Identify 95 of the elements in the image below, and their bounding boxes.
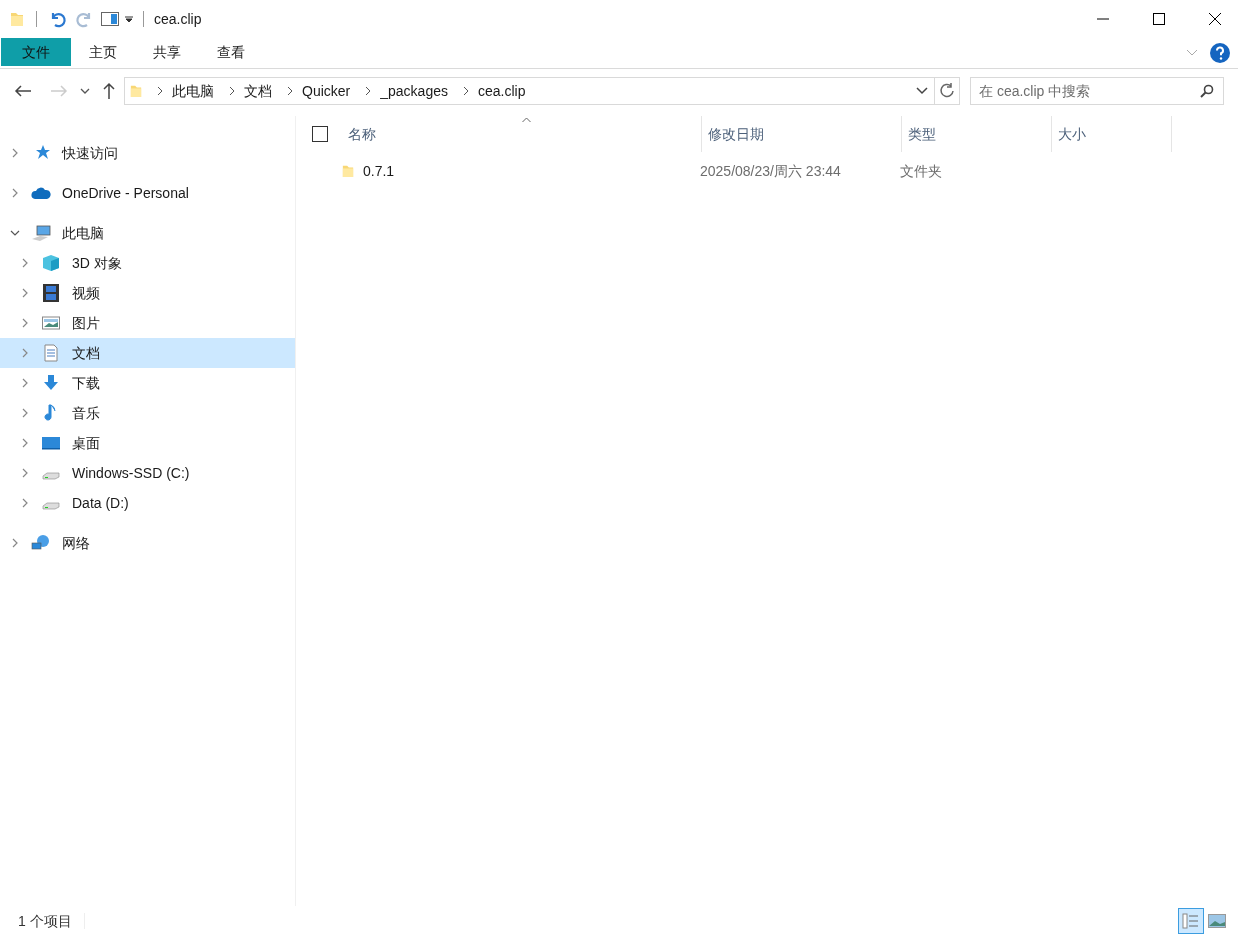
document-icon [42,344,60,362]
column-header[interactable]: 类型 [902,116,1052,152]
window-title: cea.clip [154,9,202,29]
chevron-right-icon[interactable] [461,86,470,96]
breadcrumb-item[interactable]: cea.clip [477,80,526,102]
ribbon-tab[interactable]: 查看 [199,38,263,66]
refresh-icon[interactable] [939,83,955,99]
chevron-right-icon[interactable] [20,258,30,268]
breadcrumb-item[interactable]: _packages [380,80,448,102]
folder-icon [342,163,354,179]
network-globe-icon [31,534,51,552]
navigation-label: Windows-SSD (C:) [72,463,190,483]
ribbon-tab[interactable]: 共享 [135,38,199,66]
navigation-label: 桌面 [72,433,100,453]
file-menu-tab[interactable]: 文件 [1,38,71,66]
chevron-right-icon[interactable] [20,498,30,508]
desktop-icon [42,434,60,452]
folder-icon [130,83,142,99]
navigation-label: 下载 [72,373,100,393]
panes-icon[interactable] [101,12,119,26]
navigation-label: 3D 对象 [72,253,122,273]
drive-icon [42,502,60,510]
details-list-icon [1182,913,1200,929]
navigation-item[interactable]: 桌面 [0,428,295,458]
navigation-item[interactable]: OneDrive - Personal [0,178,295,208]
chevron-down-icon[interactable] [916,87,928,95]
navigation-item[interactable]: Data (D:) [0,488,295,518]
file-type: 文件夹 [899,161,943,181]
landscape-picture-icon [1208,914,1226,928]
ribbon-tab[interactable]: 主页 [71,38,135,66]
up-arrow-icon[interactable] [102,82,116,100]
breadcrumb-item[interactable]: 此电脑 [172,80,214,102]
picture-icon [42,314,60,332]
navigation-label: 网络 [62,533,90,553]
breadcrumb-item[interactable]: Quicker [302,80,351,102]
item-count: 1 个项目 [18,911,72,931]
download-arrow-icon [42,374,60,392]
select-all-checkbox[interactable] [312,126,328,142]
chevron-right-icon[interactable] [20,318,30,328]
navigation-item[interactable]: 音乐 [0,398,295,428]
chevron-down-icon[interactable] [10,228,20,238]
navigation-label: OneDrive - Personal [62,183,189,203]
navigation-item[interactable]: 3D 对象 [0,248,295,278]
details-view-button[interactable] [1178,908,1204,934]
navigation-label: 快速访问 [62,143,118,163]
chevron-right-icon[interactable] [10,188,20,198]
maximize-icon [1153,13,1165,25]
chevron-down-icon[interactable] [80,88,90,94]
chevron-right-icon[interactable] [20,378,30,388]
chevron-right-icon[interactable] [364,86,373,96]
cube-icon [42,254,60,272]
column-header[interactable]: 大小 [1052,116,1172,152]
chevron-right-icon[interactable] [10,538,20,548]
chevron-right-icon[interactable] [20,288,30,298]
chevron-right-icon[interactable] [20,438,30,448]
chevron-right-icon[interactable] [228,86,236,96]
navigation-item[interactable]: 图片 [0,308,295,338]
chevron-right-icon[interactable] [156,86,164,96]
close-icon [1209,13,1221,25]
folder-icon [10,10,24,28]
column-header[interactable]: 修改日期 [702,116,902,152]
drive-icon [42,472,60,480]
breadcrumb-item[interactable]: 文档 [244,80,272,102]
computer-icon [31,224,51,242]
film-icon [42,284,60,302]
chevron-right-icon[interactable] [286,86,294,96]
modified-date: 2025/08/23/周六 23:44 [699,161,842,181]
dropdown-arrow-icon[interactable] [125,15,133,23]
undo-icon[interactable] [49,10,67,28]
navigation-item[interactable]: Windows-SSD (C:) [0,458,295,488]
navigation-label: 图片 [72,313,100,333]
cloud-icon [31,186,51,200]
chevron-right-icon[interactable] [10,148,20,158]
navigation-label: 文档 [72,343,100,363]
navigation-item[interactable]: 文档 [0,338,295,368]
file-row[interactable]: 0.7.1 2025/08/23/周六 23:44 文件夹 [334,156,1238,186]
navigation-item[interactable]: 此电脑 [0,218,295,248]
navigation-item[interactable]: 快速访问 [0,138,295,168]
file-name: 0.7.1 [363,161,395,181]
chevron-right-icon[interactable] [20,468,30,478]
navigation-item[interactable]: 网络 [0,528,295,558]
navigation-item[interactable]: 视频 [0,278,295,308]
search-icon[interactable] [1200,84,1214,98]
navigation-label: Data (D:) [72,493,129,513]
navigation-item[interactable]: 下载 [0,368,295,398]
navigation-label: 视频 [72,283,100,303]
minimize-icon [1097,18,1109,20]
navigation-label: 此电脑 [62,223,104,243]
column-header[interactable]: 名称 [342,116,702,152]
help-icon[interactable] [1210,43,1230,63]
search-field[interactable]: 在 cea.clip 中搜索 [970,77,1224,105]
back-arrow-icon[interactable] [14,84,32,98]
navigation-label: 音乐 [72,403,100,423]
address-field[interactable]: 此电脑 文档 Quicker _packages cea.clip [124,77,960,105]
chevron-right-icon[interactable] [20,408,30,418]
